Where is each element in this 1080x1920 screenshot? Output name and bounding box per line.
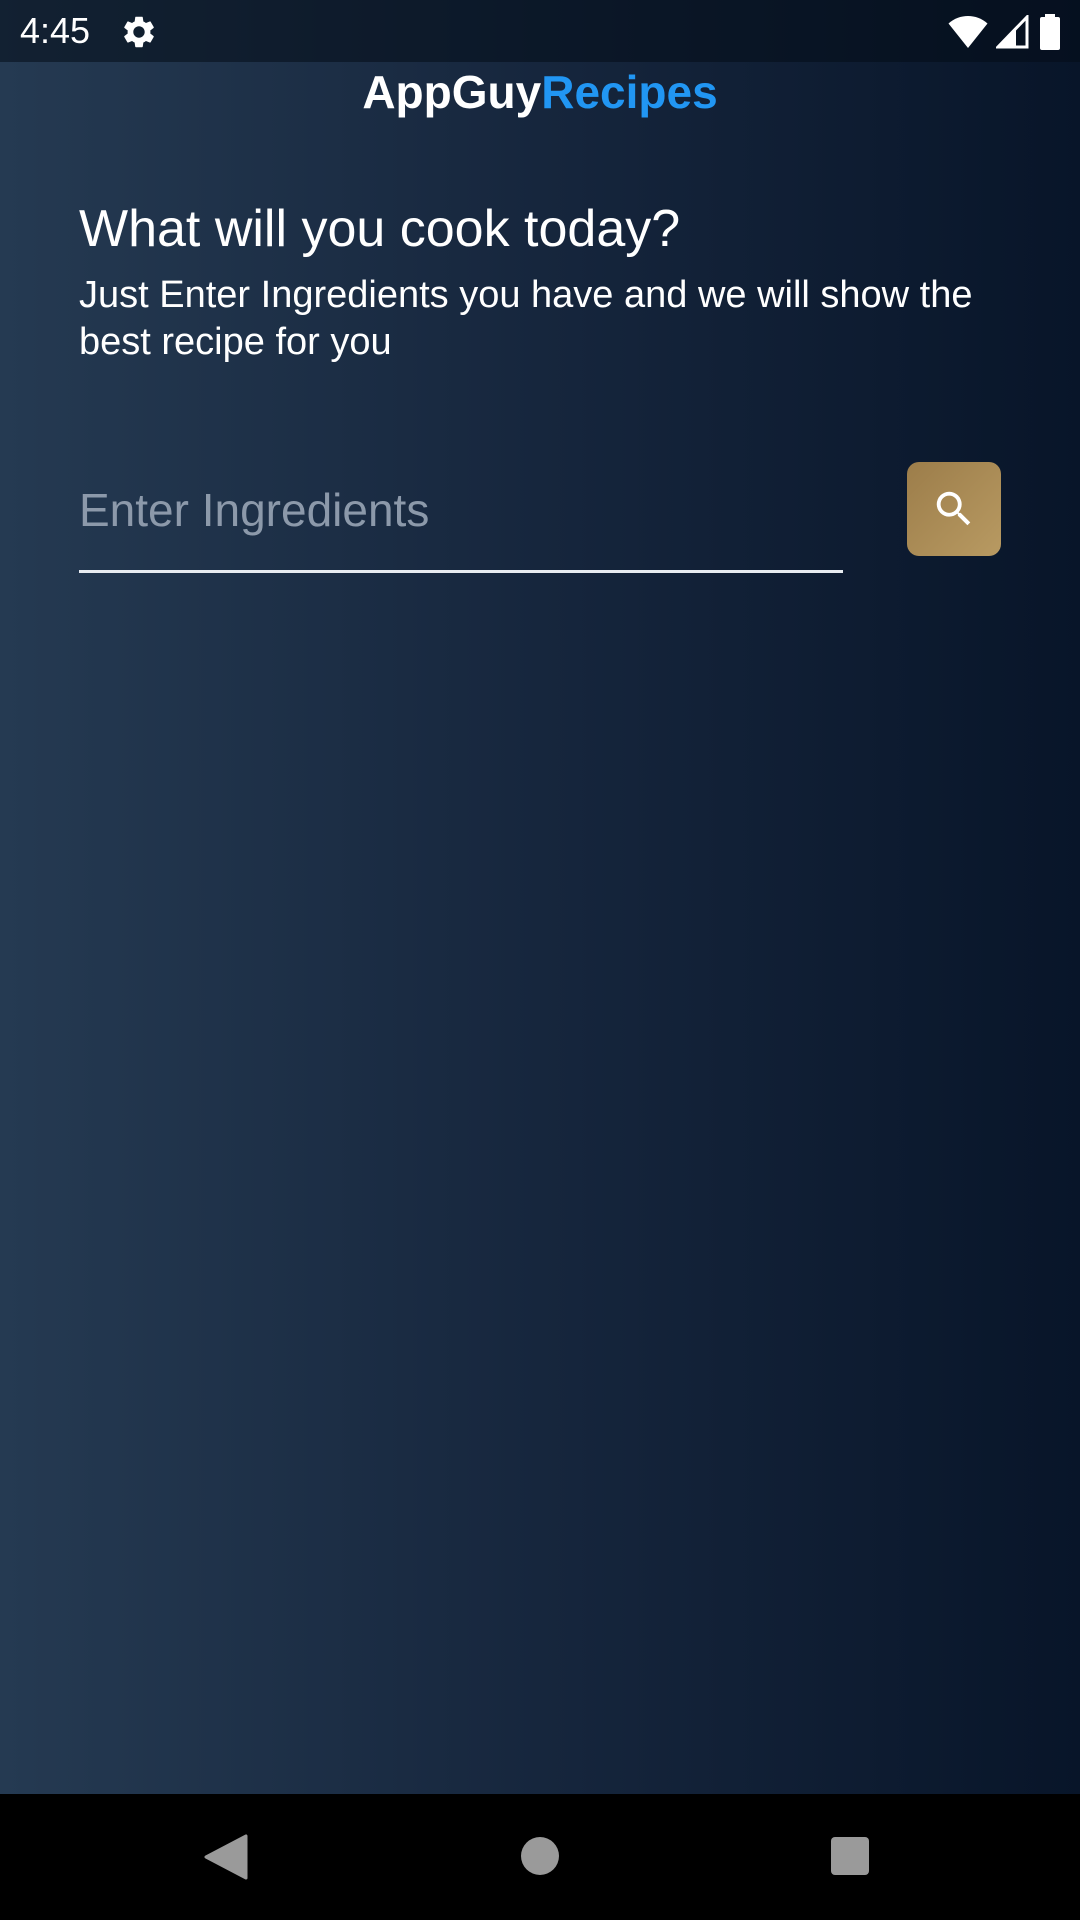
search-icon — [936, 491, 971, 526]
page-headline: What will you cook today? — [79, 200, 681, 258]
status-bar: 4:45 — [0, 0, 1080, 62]
battery-icon — [1040, 14, 1060, 50]
ingredients-field — [79, 470, 843, 573]
status-icons — [948, 12, 1062, 52]
home-icon[interactable] — [521, 1837, 559, 1875]
app-title-part2: Recipes — [541, 66, 718, 118]
cellular-signal-icon — [996, 15, 1029, 49]
back-icon[interactable] — [204, 1834, 248, 1880]
navigation-bar — [0, 1794, 1080, 1920]
settings-gear-icon — [124, 16, 154, 48]
recents-icon[interactable] — [831, 1837, 869, 1875]
status-time: 4:45 — [20, 10, 91, 51]
page-subtext: Just Enter Ingredients you have and we w… — [79, 274, 973, 363]
wifi-icon — [948, 16, 988, 48]
app-title: AppGuyRecipes — [0, 64, 1080, 120]
search-button[interactable] — [907, 462, 1001, 556]
app-title-part1: AppGuy — [362, 66, 542, 118]
ingredients-input[interactable] — [79, 470, 843, 550]
